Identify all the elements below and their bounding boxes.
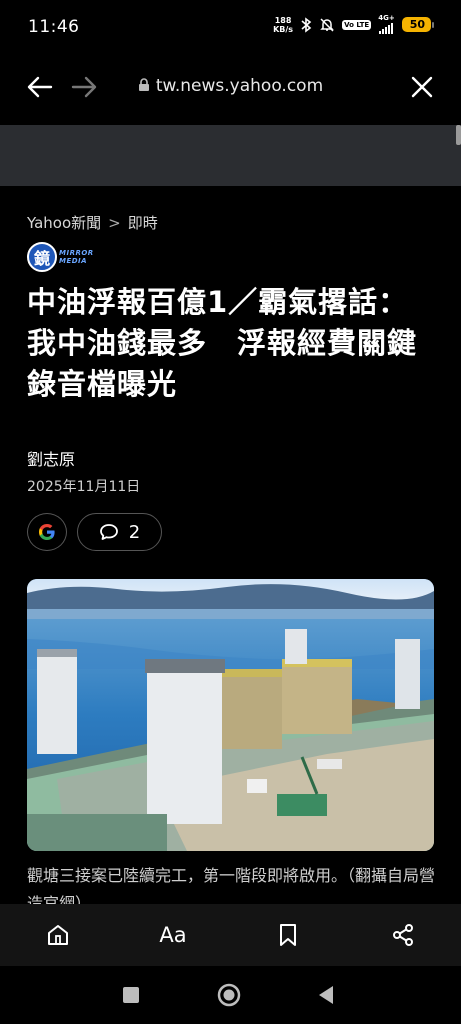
status-time: 11:46 xyxy=(28,17,80,37)
lock-icon xyxy=(138,78,149,91)
lng-terminal-photo xyxy=(27,579,434,851)
arrow-left-icon xyxy=(27,76,53,98)
home-icon xyxy=(48,925,68,945)
volte-badge: Vo LTE xyxy=(342,19,372,30)
forward-button[interactable] xyxy=(62,58,106,116)
bookmark-button[interactable] xyxy=(260,904,316,966)
share-button[interactable] xyxy=(375,904,431,966)
article-author[interactable]: 劉志原 xyxy=(27,446,75,470)
comment-count: 2 xyxy=(128,521,141,543)
comments-button[interactable]: 2 xyxy=(77,513,162,551)
system-navigation-bar xyxy=(0,966,461,1024)
system-back-button[interactable] xyxy=(306,966,346,1024)
photo-caption: 觀塘三接案已陸續完工，第一階段即將啟用。（翻攝自局營造官網） xyxy=(27,866,436,904)
browser-toolbar: tw.news.yahoo.com xyxy=(0,58,461,116)
arrow-right-icon xyxy=(71,76,97,98)
bookmark-icon xyxy=(280,924,296,946)
chevron-right-icon: > xyxy=(108,214,121,232)
breadcrumb: Yahoo新聞 > 即時 xyxy=(27,212,158,233)
circle-icon xyxy=(217,983,241,1007)
status-icons: 188 KB/s Vo LTE 4G+ 50 xyxy=(273,15,435,34)
close-icon xyxy=(411,76,433,98)
url-text: tw.news.yahoo.com xyxy=(155,76,324,96)
battery-indicator: 50 xyxy=(401,17,435,32)
text-size-button[interactable]: Aa xyxy=(145,904,201,966)
logo-glyph: 鏡 xyxy=(27,242,57,272)
home-button[interactable] xyxy=(30,904,86,966)
recent-apps-button[interactable] xyxy=(111,966,151,1024)
square-icon xyxy=(123,987,139,1003)
share-icon xyxy=(393,924,413,946)
scrollbar-thumb[interactable] xyxy=(456,125,461,145)
signal-icon: 4G+ xyxy=(378,15,395,34)
ad-banner xyxy=(0,125,461,186)
comment-icon xyxy=(99,524,118,540)
google-button[interactable] xyxy=(27,513,67,551)
article-date: 2025年11月11日 xyxy=(27,479,141,495)
close-button[interactable] xyxy=(400,58,444,116)
mute-icon xyxy=(320,17,334,32)
breadcrumb-instant[interactable]: 即時 xyxy=(128,214,158,232)
status-bar: 11:46 188 KB/s Vo LTE 4G+ 50 xyxy=(0,0,461,54)
network-speed: 188 KB/s xyxy=(273,15,294,34)
bluetooth-icon xyxy=(301,16,312,33)
mirror-media-logo[interactable]: 鏡 MIRROR MEDIA xyxy=(27,242,94,272)
system-home-button[interactable] xyxy=(209,966,249,1024)
bottom-toolbar: Aa xyxy=(0,904,461,966)
article-photo[interactable] xyxy=(27,579,434,851)
google-icon xyxy=(39,524,55,540)
breadcrumb-yahoo-news[interactable]: Yahoo新聞 xyxy=(27,214,101,232)
logo-wordmark: MIRROR MEDIA xyxy=(59,249,94,265)
article-headline: 中油浮報百億1／霸氣撂話：我中油錢最多 浮報經費關鍵錄音檔曝光 xyxy=(27,285,418,401)
triangle-back-icon xyxy=(319,986,333,1004)
back-button[interactable] xyxy=(18,58,62,116)
